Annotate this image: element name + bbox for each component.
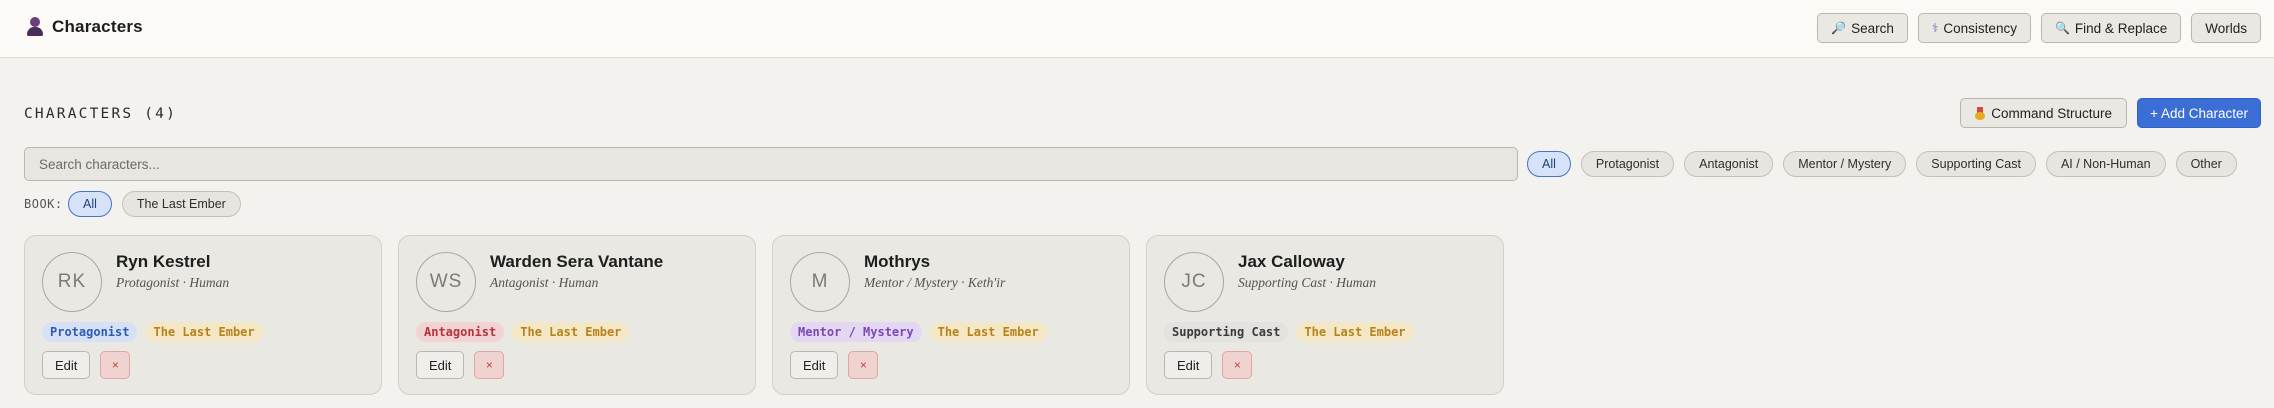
character-tags: Antagonist The Last Ember [416, 322, 630, 342]
filter-supporting-cast[interactable]: Supporting Cast [1916, 151, 2036, 177]
delete-button[interactable]: × [848, 351, 879, 379]
card-actions: Edit × [416, 351, 505, 379]
edit-button[interactable]: Edit [1164, 351, 1213, 379]
medal-icon [1975, 106, 1986, 120]
character-card[interactable]: JC Jax Calloway Supporting Cast · Human … [1146, 235, 1504, 395]
filter-protagonist[interactable]: Protagonist [1580, 151, 1675, 177]
card-actions: Edit × [42, 351, 131, 379]
character-card[interactable]: RK Ryn Kestrel Protagonist · Human Prota… [24, 235, 382, 395]
card-actions: Edit × [1164, 351, 1253, 379]
filter-antagonist[interactable]: Antagonist [1684, 151, 1774, 177]
filter-mentor-mystery[interactable]: Mentor / Mystery [1783, 151, 1907, 177]
search-icon: 🔍 [2054, 21, 2070, 35]
edit-button[interactable]: Edit [790, 351, 839, 379]
book-tag: The Last Ember [929, 322, 1047, 342]
header-actions: Command Structure + Add Character [1960, 98, 2261, 128]
delete-button[interactable]: × [100, 351, 131, 379]
avatar: WS [416, 252, 476, 312]
edit-button[interactable]: Edit [42, 351, 91, 379]
card-actions: Edit × [790, 351, 879, 379]
character-name: Jax Calloway [1238, 252, 1345, 271]
consistency-button[interactable]: ⚕ Consistency [1917, 13, 2031, 43]
app-title: Characters [26, 17, 143, 37]
command-structure-button[interactable]: Command Structure [1960, 98, 2128, 128]
page-title: Characters [52, 17, 143, 36]
character-subtitle: Supporting Cast · Human [1238, 275, 1377, 290]
book-filter-label: BOOK: [24, 197, 63, 211]
book-filter-the-last-ember[interactable]: The Last Ember [121, 191, 241, 217]
character-subtitle: Protagonist · Human [116, 275, 230, 290]
delete-button[interactable]: × [1222, 351, 1253, 379]
book-tag: The Last Ember [512, 322, 630, 342]
character-card[interactable]: M Mothrys Mentor / Mystery · Keth'ir Men… [772, 235, 1130, 395]
section-title: CHARACTERS (4) [24, 106, 178, 122]
filter-other[interactable]: Other [2175, 151, 2237, 177]
role-filters: All Protagonist Antagonist Mentor / Myst… [1527, 151, 2237, 177]
avatar: RK [42, 252, 102, 312]
stethoscope-icon: ⚕ [1931, 21, 1939, 35]
character-cards: RK Ryn Kestrel Protagonist · Human Prota… [24, 235, 1504, 395]
character-name: Mothrys [864, 252, 931, 271]
character-subtitle: Mentor / Mystery · Keth'ir [864, 275, 1006, 290]
delete-button[interactable]: × [474, 351, 505, 379]
add-character-button[interactable]: + Add Character [2137, 98, 2261, 128]
role-tag: Antagonist [416, 322, 505, 342]
character-tags: Supporting Cast The Last Ember [1164, 322, 1414, 342]
character-name: Warden Sera Vantane [490, 252, 664, 271]
character-name: Ryn Kestrel [116, 252, 211, 271]
avatar: JC [1164, 252, 1224, 312]
book-tag: The Last Ember [1296, 322, 1414, 342]
search-icon: 🔎 [1831, 21, 1847, 35]
character-tags: Mentor / Mystery The Last Ember [790, 322, 1047, 342]
role-tag: Mentor / Mystery [790, 322, 922, 342]
character-tags: Protagonist The Last Ember [42, 322, 263, 342]
filter-ai-non-human[interactable]: AI / Non-Human [2045, 151, 2166, 177]
edit-button[interactable]: Edit [416, 351, 465, 379]
search-input[interactable] [24, 147, 1518, 181]
avatar: M [790, 252, 850, 312]
find-replace-button[interactable]: 🔍 Find & Replace [2040, 13, 2182, 43]
book-tag: The Last Ember [145, 322, 263, 342]
role-tag: Protagonist [42, 322, 138, 342]
character-subtitle: Antagonist · Human [490, 275, 599, 290]
person-icon [26, 17, 44, 37]
top-bar: Characters 🔎 Search ⚕ Consistency 🔍 Find… [0, 0, 2274, 58]
search-button[interactable]: 🔎 Search [1817, 13, 1908, 43]
worlds-button[interactable]: Worlds [2191, 13, 2261, 43]
top-actions: 🔎 Search ⚕ Consistency 🔍 Find & Replace … [1817, 13, 2261, 43]
book-filter-all[interactable]: All [68, 191, 112, 217]
role-tag: Supporting Cast [1164, 322, 1289, 342]
character-card[interactable]: WS Warden Sera Vantane Antagonist · Huma… [398, 235, 756, 395]
filter-all[interactable]: All [1527, 151, 1571, 177]
book-filters: All The Last Ember [68, 191, 241, 217]
